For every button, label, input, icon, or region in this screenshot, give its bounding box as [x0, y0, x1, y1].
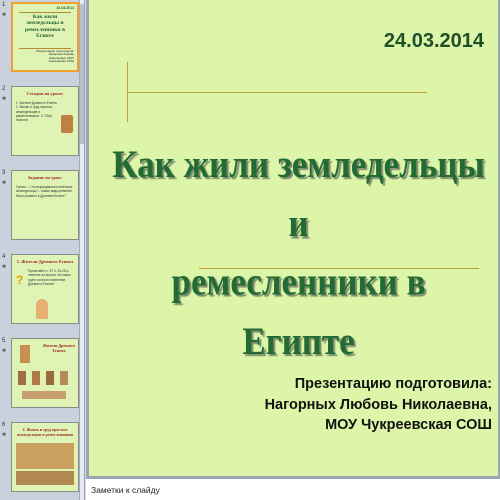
thumbnail-row[interactable]: 5 ✱ Жители Древнего Египта [0, 336, 84, 414]
thumb-heading: 1. Жители Древнего Египта [16, 259, 74, 264]
egyptian-figure [46, 371, 54, 385]
thumb-heading: Сегодня на уроке: [26, 91, 64, 96]
thumbnail-row[interactable]: 4 ✱ 1. Жители Древнего Египта ? Прочитай… [0, 252, 84, 330]
powerpoint-window: 1 ✱ 24.03.2014 Как жили земледельцы и ре… [0, 0, 500, 500]
question-mark-icon: ? [16, 273, 24, 287]
author-line: Презентацию подготовила: [294, 376, 492, 392]
egyptian-figure [18, 371, 26, 385]
ornament-line [127, 92, 427, 93]
notes-pane[interactable]: Заметки к слайду [86, 478, 500, 500]
thumbnail-slide-5[interactable]: Жители Древнего Египта [11, 338, 79, 408]
slide-number: 4 [2, 254, 6, 260]
animation-icon: ✱ [2, 432, 7, 438]
thumbnail-row[interactable]: 6 ✱ 2. Жизнь и труд простых земледельцев… [0, 420, 84, 498]
thumbnail-row[interactable]: 3 ✱ Задание на урок: Узнать: – Что выращ… [0, 168, 84, 246]
slide-thumbnail-pane: 1 ✱ 24.03.2014 Как жили земледельцы и ре… [0, 0, 85, 500]
thumbnail-slide-4[interactable]: 1. Жители Древнего Египта ? Прочитайте с… [11, 254, 79, 324]
slide-number: 2 [2, 86, 6, 92]
egyptian-fresco [16, 471, 74, 485]
thumb-date: 24.03.2014 [56, 6, 74, 10]
egyptian-figure [60, 371, 68, 385]
slide-number: 5 [2, 338, 6, 344]
current-slide[interactable]: 24.03.2014 Как жили земледельцы и ремесл… [89, 0, 498, 476]
egyptian-figure [32, 371, 40, 385]
slide-editing-area: 24.03.2014 Как жили земледельцы и ремесл… [86, 0, 500, 478]
egyptian-fresco [16, 443, 74, 469]
slide-date: 24.03.2014 [383, 30, 484, 52]
animation-icon: ✱ [2, 12, 7, 18]
pharaoh-figure [20, 345, 30, 363]
thumb-author: Презентацию подготовила: Нагорных Любовь… [36, 48, 74, 64]
slide-title-line: Как жили земледельцы и [112, 142, 485, 245]
slide-author-block: Презентацию подготовила: Нагорных Любовь… [265, 374, 492, 436]
thumb-body: Прочитайте с. 37 п. 25-28 и ответьте на … [28, 269, 71, 286]
thumb-heading: 2. Жизнь и труд простых земледельцев и р… [16, 427, 74, 437]
thumbnail-scrollbar[interactable] [79, 0, 84, 500]
slide-number: 3 [2, 170, 6, 176]
slide-number: 6 [2, 422, 6, 428]
slide-title: Как жили земледельцы и ремесленники в Ег… [111, 135, 486, 370]
student-illustration [36, 299, 48, 319]
egyptian-scene [22, 391, 66, 399]
scrollbar-thumb[interactable] [80, 4, 84, 144]
slide-number: 1 [2, 2, 6, 8]
books-illustration [61, 115, 73, 133]
thumbnail-slide-3[interactable]: Задание на урок: Узнать: – Что выращивал… [11, 170, 79, 240]
thumbnail-slide-1[interactable]: 24.03.2014 Как жили земледельцы и ремесл… [11, 2, 79, 72]
animation-icon: ✱ [2, 348, 7, 354]
thumbnail-slide-6[interactable]: 2. Жизнь и труд простых земледельцев и р… [11, 422, 79, 492]
thumb-body: 1. Жители Древнего Египта. 2. Жизнь и тр… [16, 101, 58, 123]
thumbnail-row[interactable]: 2 ✱ Сегодня на уроке: 1. Жители Древнего… [0, 84, 84, 162]
author-line: Нагорных Любовь Николаевна, [264, 396, 492, 413]
animation-icon: ✱ [2, 96, 7, 102]
thumb-title: Как жили земледельцы и ремесленники в Ег… [25, 14, 65, 39]
thumbnail-row[interactable]: 1 ✱ 24.03.2014 Как жили земледельцы и ре… [0, 0, 84, 78]
author-line: МОУ Чукреевская СОШ [325, 417, 492, 434]
slide-title-line: ремесленники в Египте [171, 259, 426, 363]
animation-icon: ✱ [2, 180, 7, 186]
thumb-heading: Жители Древнего Египта [42, 343, 76, 353]
thumbnail-slide-2[interactable]: Сегодня на уроке: 1. Жители Древнего Еги… [11, 86, 79, 156]
thumb-body: Узнать: – Что выращивали египетские земл… [16, 185, 73, 198]
animation-icon: ✱ [2, 264, 7, 270]
thumb-divider [19, 12, 71, 13]
thumb-heading: Задание на урок: [27, 175, 63, 180]
notes-placeholder: Заметки к слайду [91, 485, 160, 495]
